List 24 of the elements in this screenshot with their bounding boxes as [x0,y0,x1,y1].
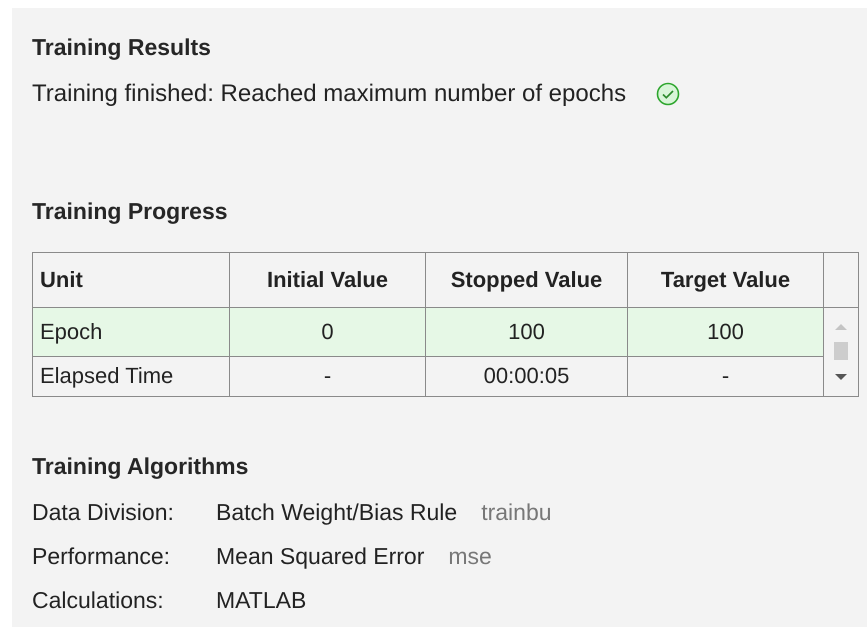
table-cell: 00:00:05 [426,356,628,396]
field-value: MATLAB [216,586,306,615]
table-cell: Epoch [32,308,230,356]
table-cell: 100 [426,308,628,356]
field-label: Calculations: [32,586,165,615]
section-heading: Training Algorithms [32,452,250,481]
check-circle-icon [656,82,680,106]
table-cell: 0 [230,308,426,356]
table-cell: - [230,356,426,396]
function-name: mse [448,542,492,571]
function-name: trainbu [481,498,552,527]
field-label: Data Division: [32,498,175,527]
table-cell: 100 [628,308,824,356]
field-value: Batch Weight/Bias Rule [216,498,458,527]
status-message: Training finished: Reached maximum number of epochs [32,79,626,109]
section-heading: Training Progress [32,197,229,226]
field-value: Mean Squared Error [216,542,424,571]
table-row[interactable]: Elapsed Time - 00:00:05 - [32,356,824,396]
section-heading: Training Results [32,33,212,62]
table-cell: Elapsed Time [32,356,230,396]
table-cell: - [628,356,824,396]
table-row[interactable]: Epoch 0 100 100 [32,308,824,356]
column-header: Unit [32,252,230,308]
field-label: Performance: [32,542,172,571]
